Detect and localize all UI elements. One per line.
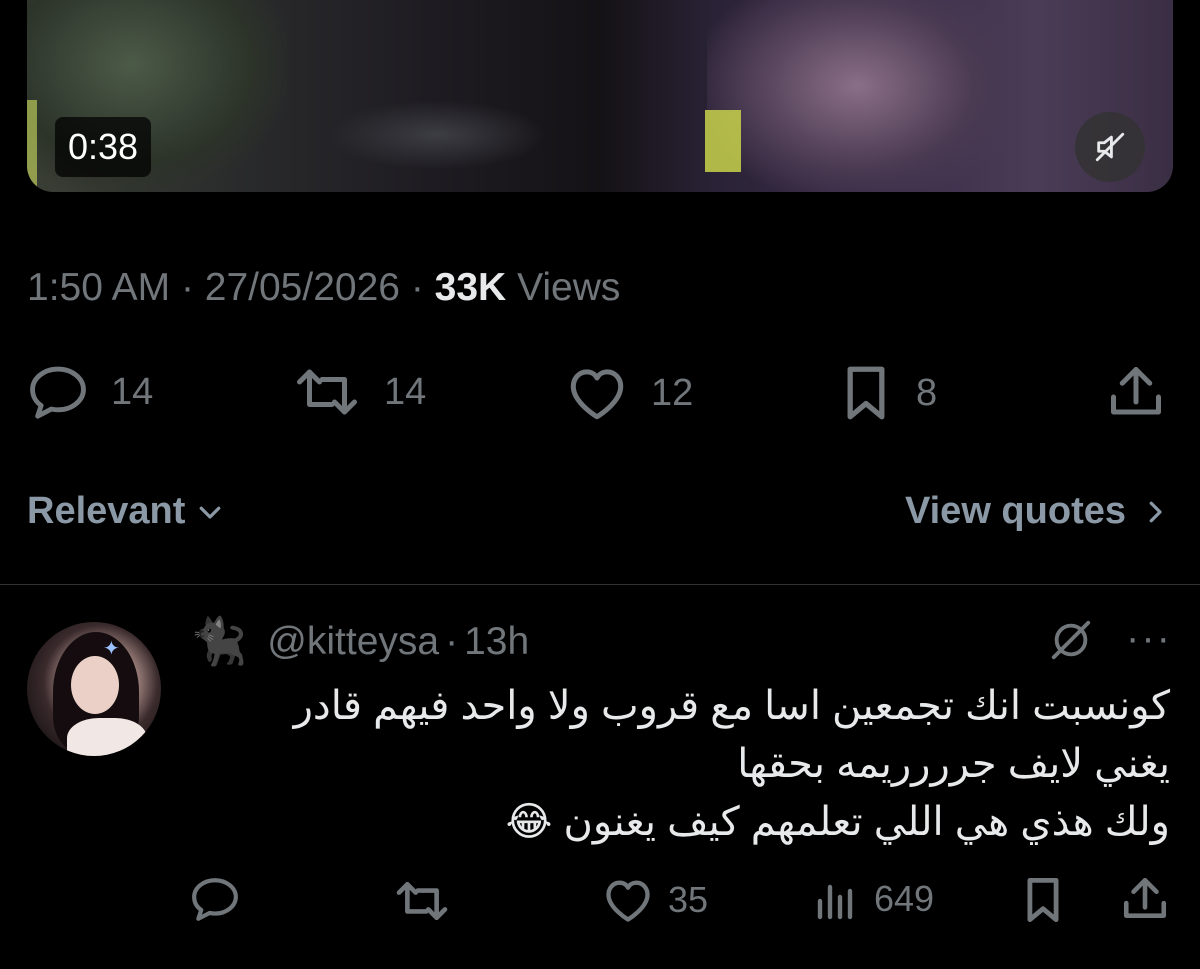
reply-line: كونسبت انك تجمعين اسا مع قروب ولا واحد ف… [293,684,1170,728]
share-icon [1111,367,1161,415]
sort-dropdown[interactable]: Relevant [27,490,225,533]
butterfly-icon: ✦ [103,638,120,660]
repost-count: 14 [384,370,427,413]
views-count: 33K [434,266,507,309]
share-icon [1123,877,1167,918]
video-frame-region [27,100,37,192]
divider [0,584,1200,585]
reply-like-button[interactable]: 35 [602,876,708,924]
reply-views-button[interactable]: 649 [814,876,934,922]
separator: · [445,619,459,663]
avatar-body [67,718,147,756]
repost-icon [396,881,448,921]
reply-like-count: 35 [668,879,709,920]
reply-time[interactable]: 13h [464,620,529,664]
comment-icon [30,366,86,419]
repost-icon [297,369,357,415]
sort-label: Relevant [27,490,186,532]
reply-text: كونسبت انك تجمعين اسا مع قروب ولا واحد ف… [210,677,1170,851]
more-options-button[interactable]: ··· [1126,616,1172,661]
reply-repost-button[interactable] [392,878,452,924]
chevron-down-icon [200,506,221,519]
avatar-face [71,656,119,714]
video-frame-region [327,100,547,170]
grok-button[interactable] [1048,617,1094,668]
video-frame-region [707,0,1007,192]
reply-views-count: 649 [874,878,935,919]
bookmark-icon [847,366,885,420]
reply-comment-button[interactable] [190,876,240,922]
heart-icon [606,880,650,922]
share-button[interactable] [1106,362,1166,422]
chevron-right-icon [1149,501,1162,522]
analytics-icon [817,884,853,920]
speaker-muted-icon [1095,132,1125,162]
reply-bookmark-button[interactable] [1020,876,1066,924]
grok-icon [1051,620,1091,660]
tweet-time[interactable]: 1:50 AM [27,266,170,309]
reply-handle[interactable]: @kitteysa [267,620,439,664]
reply-button[interactable]: 14 [27,364,153,420]
reply-count: 14 [111,370,154,413]
view-quotes-link[interactable]: View quotes [905,490,1170,533]
mute-toggle-button[interactable] [1075,112,1145,182]
reply-line: يغني لايف جرررريمه بحقها [737,742,1170,786]
separator: · [410,266,424,309]
video-player[interactable] [27,0,1173,192]
like-button[interactable]: 12 [565,364,693,422]
black-cat-emoji: 🐈‍⬛ [190,615,248,667]
bookmark-count: 8 [916,371,938,414]
views-label: Views [517,266,621,309]
tweet-date[interactable]: 27/05/2026 [205,266,400,309]
avatar[interactable]: ✦ [27,622,161,756]
separator: · [180,266,194,309]
bookmark-icon [1027,877,1059,923]
like-count: 12 [651,371,694,414]
reply-line: ولك هذي هي اللي تعلمهم كيف يغنون 😂 [505,800,1170,844]
reply-header: 🐈‍⬛ @kitteysa · 13h [190,614,529,669]
comment-icon [192,878,238,921]
video-duration-badge: 0:38 [55,117,152,177]
reply-share-button[interactable] [1120,874,1170,924]
repost-button[interactable]: 14 [292,364,426,420]
heart-icon [570,369,624,420]
bookmark-button[interactable]: 8 [838,364,937,422]
view-quotes-label: View quotes [904,490,1126,532]
video-frame-region [705,110,741,172]
tweet-meta: 1:50 AM · 27/05/2026 · 33K Views [27,266,620,310]
